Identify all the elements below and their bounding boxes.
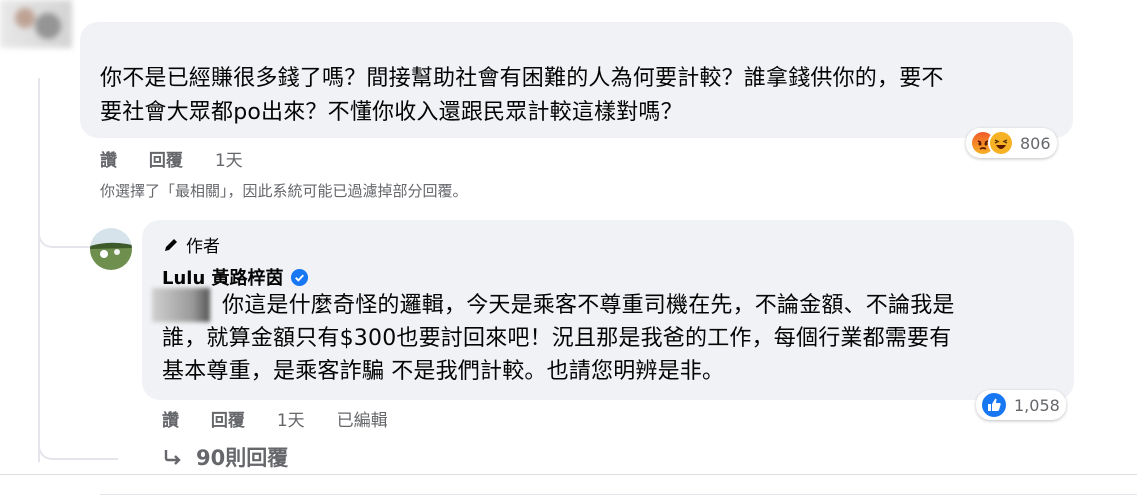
- author-badge-label: 作者: [186, 237, 220, 257]
- divider: [0, 474, 1137, 475]
- reply-author[interactable]: Lulu 黃路梓茵: [162, 264, 309, 290]
- commenter-avatar-blurred[interactable]: [0, 0, 72, 48]
- comment-text-line-2: 要社會大眾都po出來？不懂你收入還跟民眾計較這樣對嗎？: [100, 100, 683, 125]
- mention-blurred[interactable]: [152, 288, 210, 322]
- composer-edge: [100, 494, 1137, 495]
- comment-text-line-1: 你不是已經賺很多錢了嗎？間接幫助社會有困難的人為何要計較？誰拿錢供你的，要不: [100, 66, 944, 91]
- comment-reactions[interactable]: 806: [966, 128, 1057, 158]
- reply-actions: 讚 回覆 1天 已編輯: [162, 406, 414, 431]
- comment-reply-button[interactable]: 回覆: [149, 151, 183, 171]
- filter-note: 你選擇了「最相關」，因此系統可能已過濾掉部分回覆。: [100, 182, 468, 200]
- reply-reactions[interactable]: 1,058: [976, 390, 1066, 420]
- reply-text-line-3: 基本尊重，是乘客詐騙 不是我們計較。也請您明辨是非。: [162, 359, 725, 384]
- reply-reaction-count: 1,058: [1014, 395, 1060, 415]
- comment-actions: 讚 回覆 1天: [100, 146, 269, 171]
- verified-badge-icon: [290, 268, 308, 286]
- reply-reply-button[interactable]: 回覆: [211, 411, 245, 431]
- comment-reaction-count: 806: [1020, 133, 1051, 153]
- reply-text-line-2: 誰，就算金額只有$300也要討回來吧！況且那是我爸的工作，每個行業都需要有: [162, 326, 952, 351]
- thread-curve-line: [38, 400, 118, 460]
- reply-timestamp[interactable]: 1天: [277, 411, 305, 431]
- author-badge: 作者: [162, 232, 220, 257]
- reply-edited-label: 已編輯: [336, 411, 388, 431]
- haha-icon: [988, 130, 1014, 156]
- comment-timestamp[interactable]: 1天: [215, 151, 243, 171]
- reply-text-line-1: 你這是什麼奇怪的邏輯，今天是乘客不尊重司機在先，不論金額、不論我是: [222, 293, 955, 318]
- comment-like-button[interactable]: 讚: [100, 151, 117, 171]
- reply-like-button[interactable]: 讚: [162, 411, 179, 431]
- author-avatar[interactable]: [90, 228, 132, 270]
- pencil-icon: [165, 238, 177, 251]
- like-icon: [980, 391, 1008, 419]
- more-replies-label[interactable]: 90則回覆: [196, 442, 288, 472]
- view-more-replies-button[interactable]: 90則回覆: [162, 442, 288, 472]
- reply-arrow-icon: [164, 450, 181, 465]
- reply-branch-line: [38, 222, 90, 248]
- reply-author-name[interactable]: Lulu 黃路梓茵: [162, 264, 284, 290]
